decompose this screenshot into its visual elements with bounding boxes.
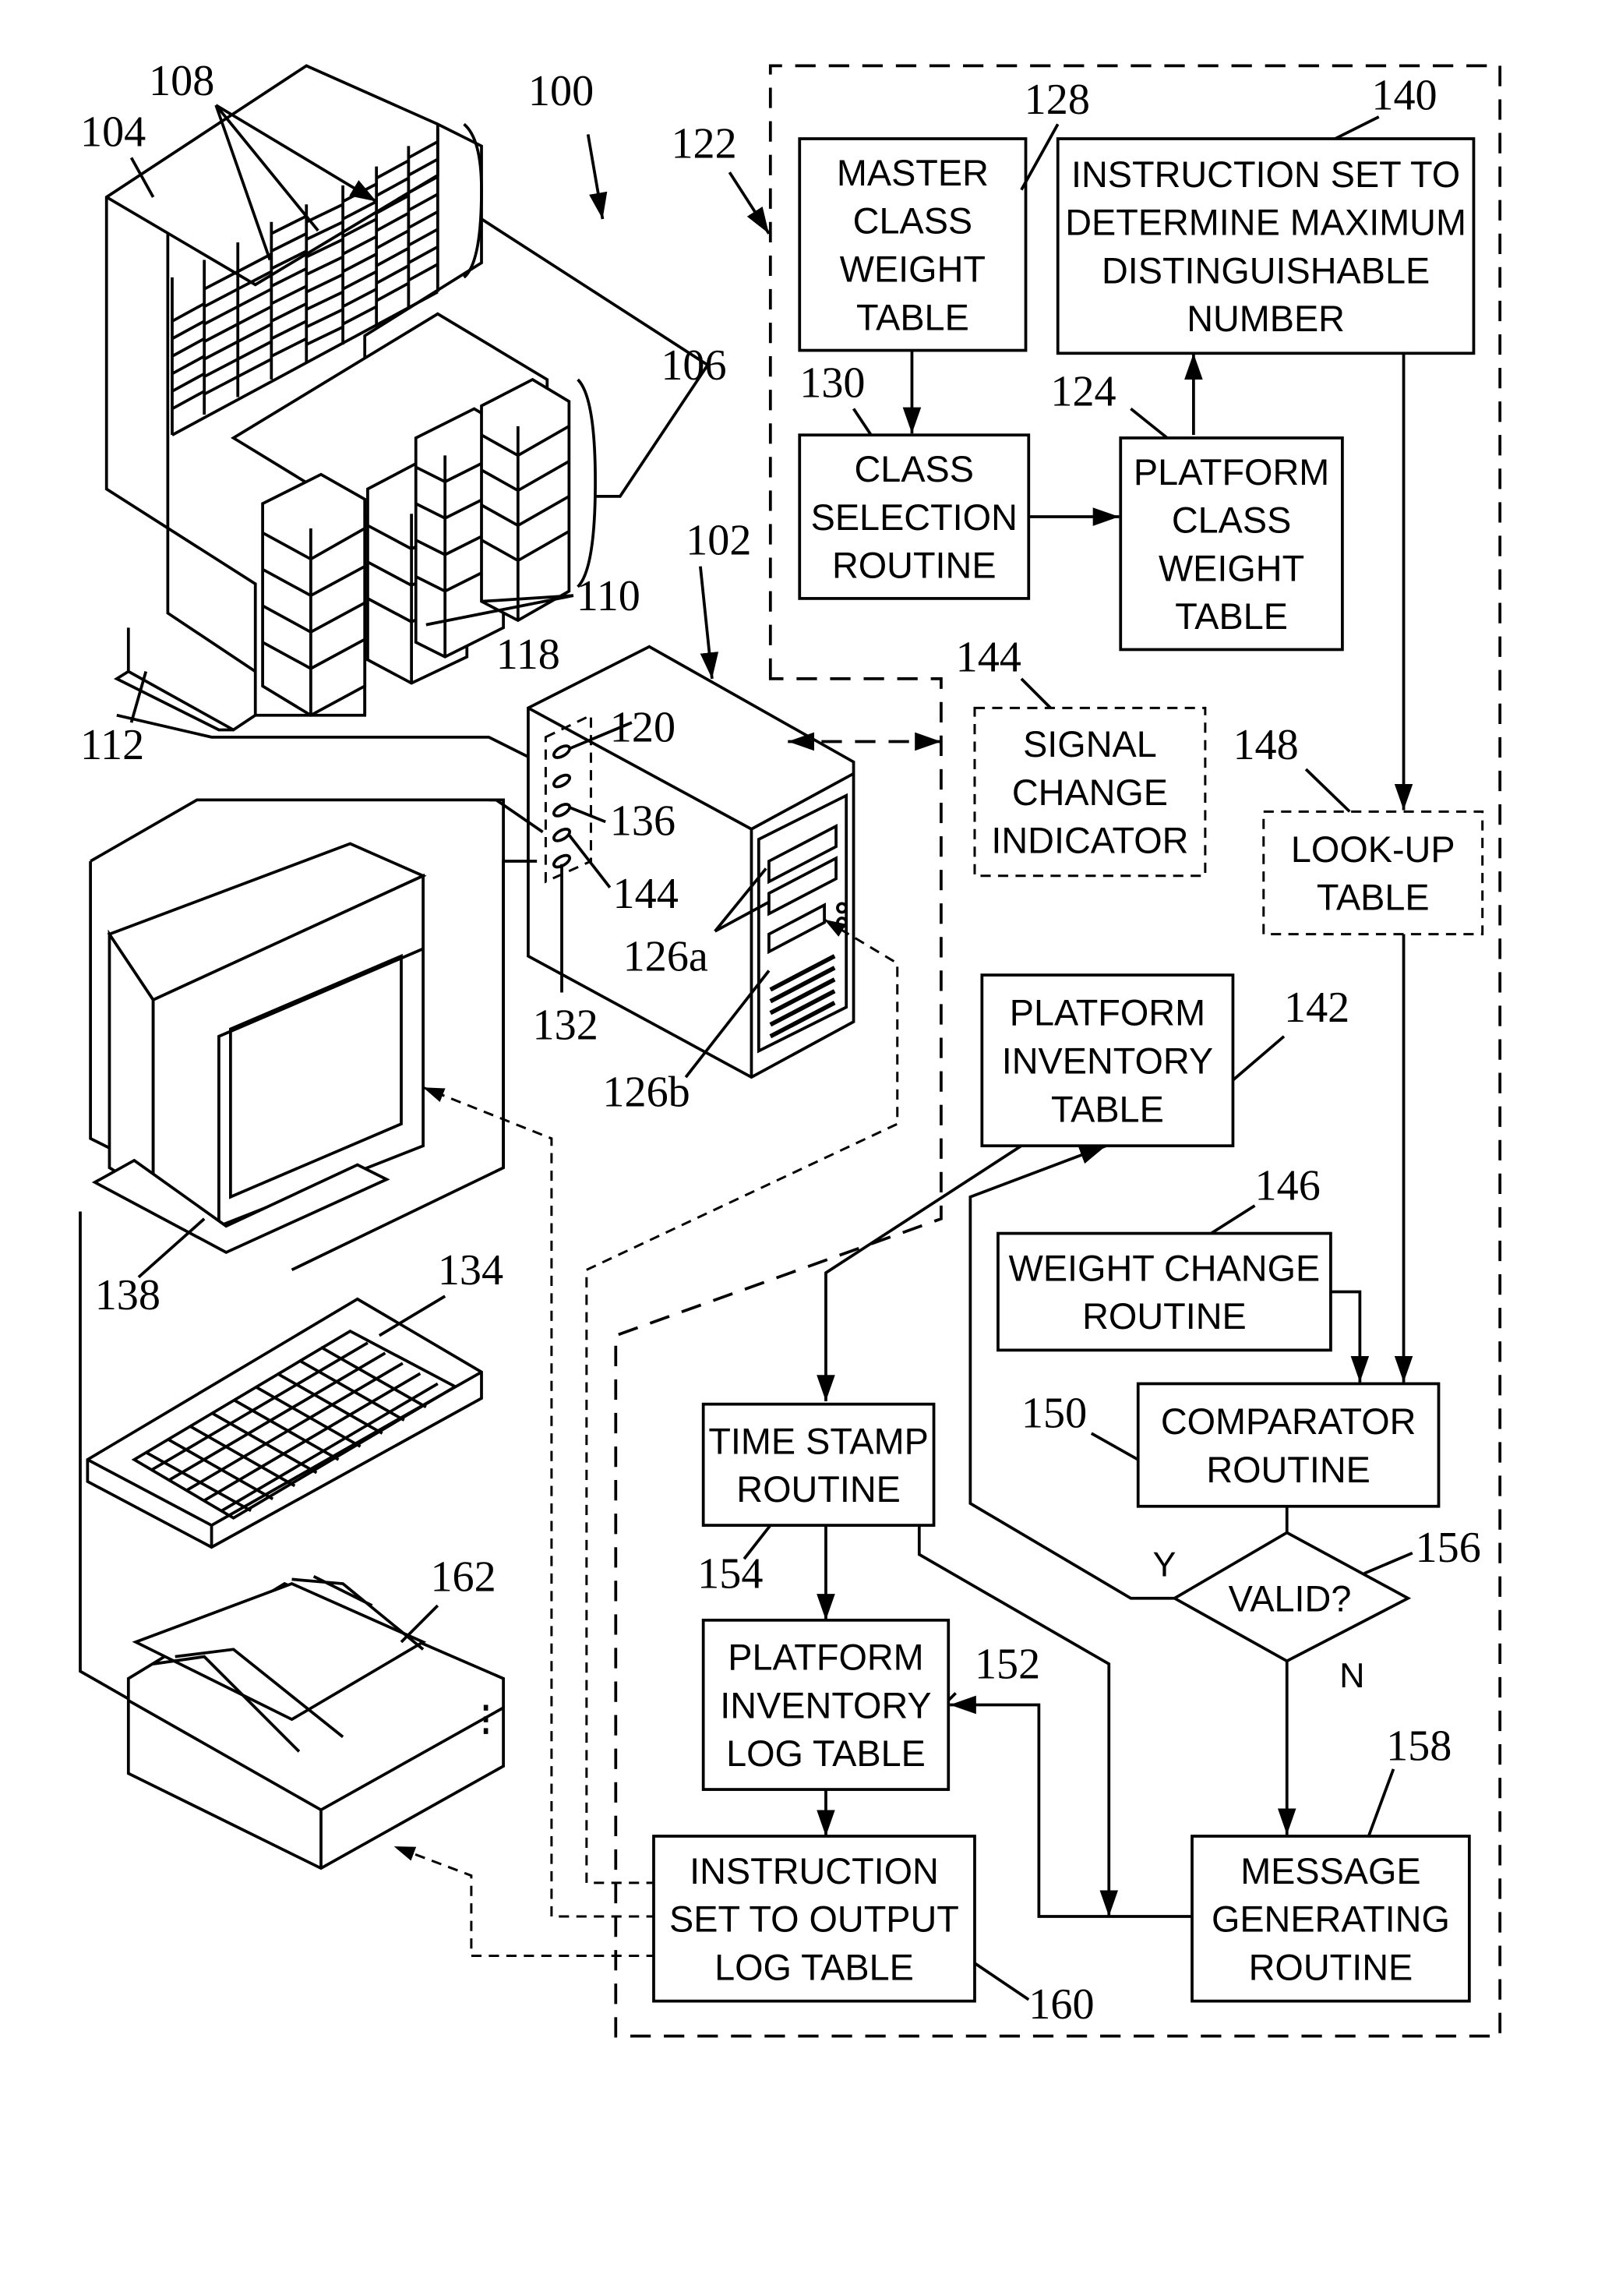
ref-102: 102: [686, 517, 751, 565]
message-generating-routine-label-line: ROUTINE: [1249, 1947, 1413, 1987]
ref-148: 148: [1233, 721, 1298, 769]
ref-142-leader: [1232, 1035, 1286, 1082]
platform-class-weight-table-label-line: PLATFORM: [1134, 452, 1329, 493]
platform-inventory-log-table-label-line: LOG TABLE: [726, 1733, 926, 1774]
platform-class-weight-table-label-line: TABLE: [1175, 596, 1288, 637]
ref-160: 160: [1028, 1980, 1094, 2029]
ref-130-leader: [852, 408, 873, 436]
ref-126a: 126a: [623, 932, 708, 980]
ref-160-leader: [973, 1962, 1030, 2001]
ref-144-leader: [1020, 677, 1052, 709]
library-cable: [116, 713, 577, 782]
signal-change-indicator-block: SIGNAL CHANGE INDICATOR 144: [956, 634, 1207, 878]
look-up-table-label-line: LOOK-UP: [1291, 829, 1455, 870]
ref-154: 154: [697, 1550, 763, 1598]
instruction-set-output-log-label-line: INSTRUCTION: [690, 1851, 939, 1892]
instruction-set-max-number-label-line: DISTINGUISHABLE: [1102, 250, 1430, 291]
look-up-table-label-line: TABLE: [1317, 878, 1430, 918]
message-generating-routine-label-line: MESSAGE: [1240, 1851, 1420, 1892]
ref-150: 150: [1021, 1390, 1087, 1438]
class-selection-routine-label-line: SELECTION: [811, 497, 1018, 538]
platform-class-weight-table-block: PLATFORM CLASS WEIGHT TABLE 124: [1050, 368, 1344, 652]
comparator-routine-label-line: COMPARATOR: [1161, 1401, 1416, 1442]
class-selection-routine-label-line: CLASS: [855, 449, 974, 489]
master-class-weight-table-label-line: MASTER: [837, 153, 989, 193]
signal-change-indicator-label-line: CHANGE: [1012, 772, 1168, 813]
time-stamp-routine-label-line: TIME STAMP: [708, 1421, 929, 1461]
class-selection-routine-block: CLASS SELECTION ROUTINE 130: [798, 359, 1031, 600]
ref-162: 162: [430, 1552, 496, 1601]
master-class-weight-table-block: MASTER CLASS WEIGHT TABLE 128: [798, 76, 1090, 352]
ref-108: 108: [149, 57, 214, 105]
platform-inventory-table-block: PLATFORM INVENTORY TABLE 142: [980, 973, 1349, 1148]
ref-124-leader: [1130, 408, 1169, 440]
valid-no-label: N: [1339, 1655, 1364, 1695]
ref-106: 106: [661, 341, 726, 390]
ref-132: 132: [533, 1001, 598, 1049]
instruction-set-max-number-label-line: NUMBER: [1187, 298, 1345, 339]
weight-change-routine-label-line: WEIGHT CHANGE: [1009, 1248, 1321, 1288]
ref-152: 152: [975, 1641, 1040, 1689]
ref-158: 158: [1386, 1722, 1452, 1771]
ref-124: 124: [1050, 368, 1116, 416]
instruction-set-max-number-label-line: DETERMINE MAXIMUM: [1065, 203, 1466, 243]
weight-change-routine-block: WEIGHT CHANGE ROUTINE 146: [997, 1161, 1332, 1352]
platform-inventory-log-table-label-line: INVENTORY: [720, 1685, 931, 1726]
ref-122: 122: [671, 119, 736, 168]
signal-change-indicator-label-line: INDICATOR: [991, 821, 1188, 861]
ref-128: 128: [1025, 76, 1090, 124]
master-class-weight-table-label-line: CLASS: [853, 201, 972, 242]
ref-134: 134: [438, 1246, 503, 1295]
ref-150-leader: [1090, 1432, 1139, 1461]
ref-104: 104: [80, 108, 146, 156]
master-class-weight-table-label-line: TABLE: [856, 297, 969, 337]
storage-library: [104, 64, 710, 732]
ref-126b: 126b: [602, 1069, 690, 1117]
time-stamp-routine-label-line: ROUTINE: [736, 1469, 901, 1510]
ref-112: 112: [80, 721, 144, 769]
ref-146: 146: [1255, 1161, 1321, 1210]
comparator-routine-block: COMPARATOR ROUTINE 150: [1021, 1382, 1441, 1508]
instruction-set-max-number-block: INSTRUCTION SET TO DETERMINE MAXIMUM DISTI…: [1056, 72, 1476, 355]
message-generating-routine-block: MESSAGE GENERATING ROUTINE 158: [1191, 1722, 1471, 2003]
ref-136: 136: [610, 797, 676, 845]
look-up-table-block: LOOK-UP TABLE 148: [1233, 721, 1484, 936]
printer: [126, 1574, 505, 1870]
weight-change-routine-label-line: ROUTINE: [1082, 1296, 1247, 1337]
platform-class-weight-table-label-line: CLASS: [1172, 500, 1291, 541]
ref-156: 156: [1416, 1524, 1481, 1572]
instruction-set-output-log-label-line: SET TO OUTPUT: [669, 1899, 959, 1940]
ref-142: 142: [1284, 984, 1349, 1032]
class-selection-routine-label-line: ROUTINE: [832, 546, 997, 586]
monitor: [89, 798, 505, 1272]
ref-144-port: 144: [613, 870, 679, 918]
instruction-set-output-log-block: INSTRUCTION SET TO OUTPUT LOG TABLE 160: [652, 1835, 1095, 2029]
ref-158-leader: [1367, 1768, 1395, 1837]
platform-inventory-log-table-label-line: PLATFORM: [728, 1637, 923, 1678]
ref-148-leader: [1304, 768, 1351, 813]
ref-100: 100: [528, 67, 594, 115]
master-class-weight-table-label-line: WEIGHT: [840, 249, 986, 290]
ref-144: 144: [956, 634, 1021, 682]
patent-figure: 104 108 100 106 110 112 118 102 120 136 …: [79, 57, 1502, 2038]
instruction-set-max-number-label-line: INSTRUCTION SET TO: [1071, 154, 1460, 195]
platform-inventory-table-label-line: INVENTORY: [1002, 1040, 1213, 1081]
ref-140-leader: [1334, 115, 1380, 140]
ref-138: 138: [95, 1271, 160, 1319]
instruction-set-output-log-label-line: LOG TABLE: [714, 1947, 914, 1987]
message-generating-routine-label-line: GENERATING: [1212, 1899, 1450, 1940]
ref-130: 130: [799, 359, 865, 407]
ref-146-leader: [1210, 1204, 1256, 1235]
platform-inventory-table-label-line: PLATFORM: [1010, 993, 1205, 1033]
valid-decision-label: VALID?: [1229, 1579, 1352, 1620]
ref-140: 140: [1371, 72, 1437, 120]
time-stamp-routine-block: TIME STAMP ROUTINE 154: [697, 1402, 936, 1598]
ref-110: 110: [577, 572, 640, 620]
signal-change-indicator-label-line: SIGNAL: [1023, 724, 1157, 765]
platform-class-weight-table-label-line: WEIGHT: [1159, 548, 1304, 588]
platform-inventory-table-label-line: TABLE: [1051, 1089, 1164, 1129]
comparator-routine-label-line: ROUTINE: [1206, 1450, 1370, 1490]
valid-yes-label: Y: [1152, 1545, 1176, 1584]
ref-118: 118: [496, 631, 560, 679]
